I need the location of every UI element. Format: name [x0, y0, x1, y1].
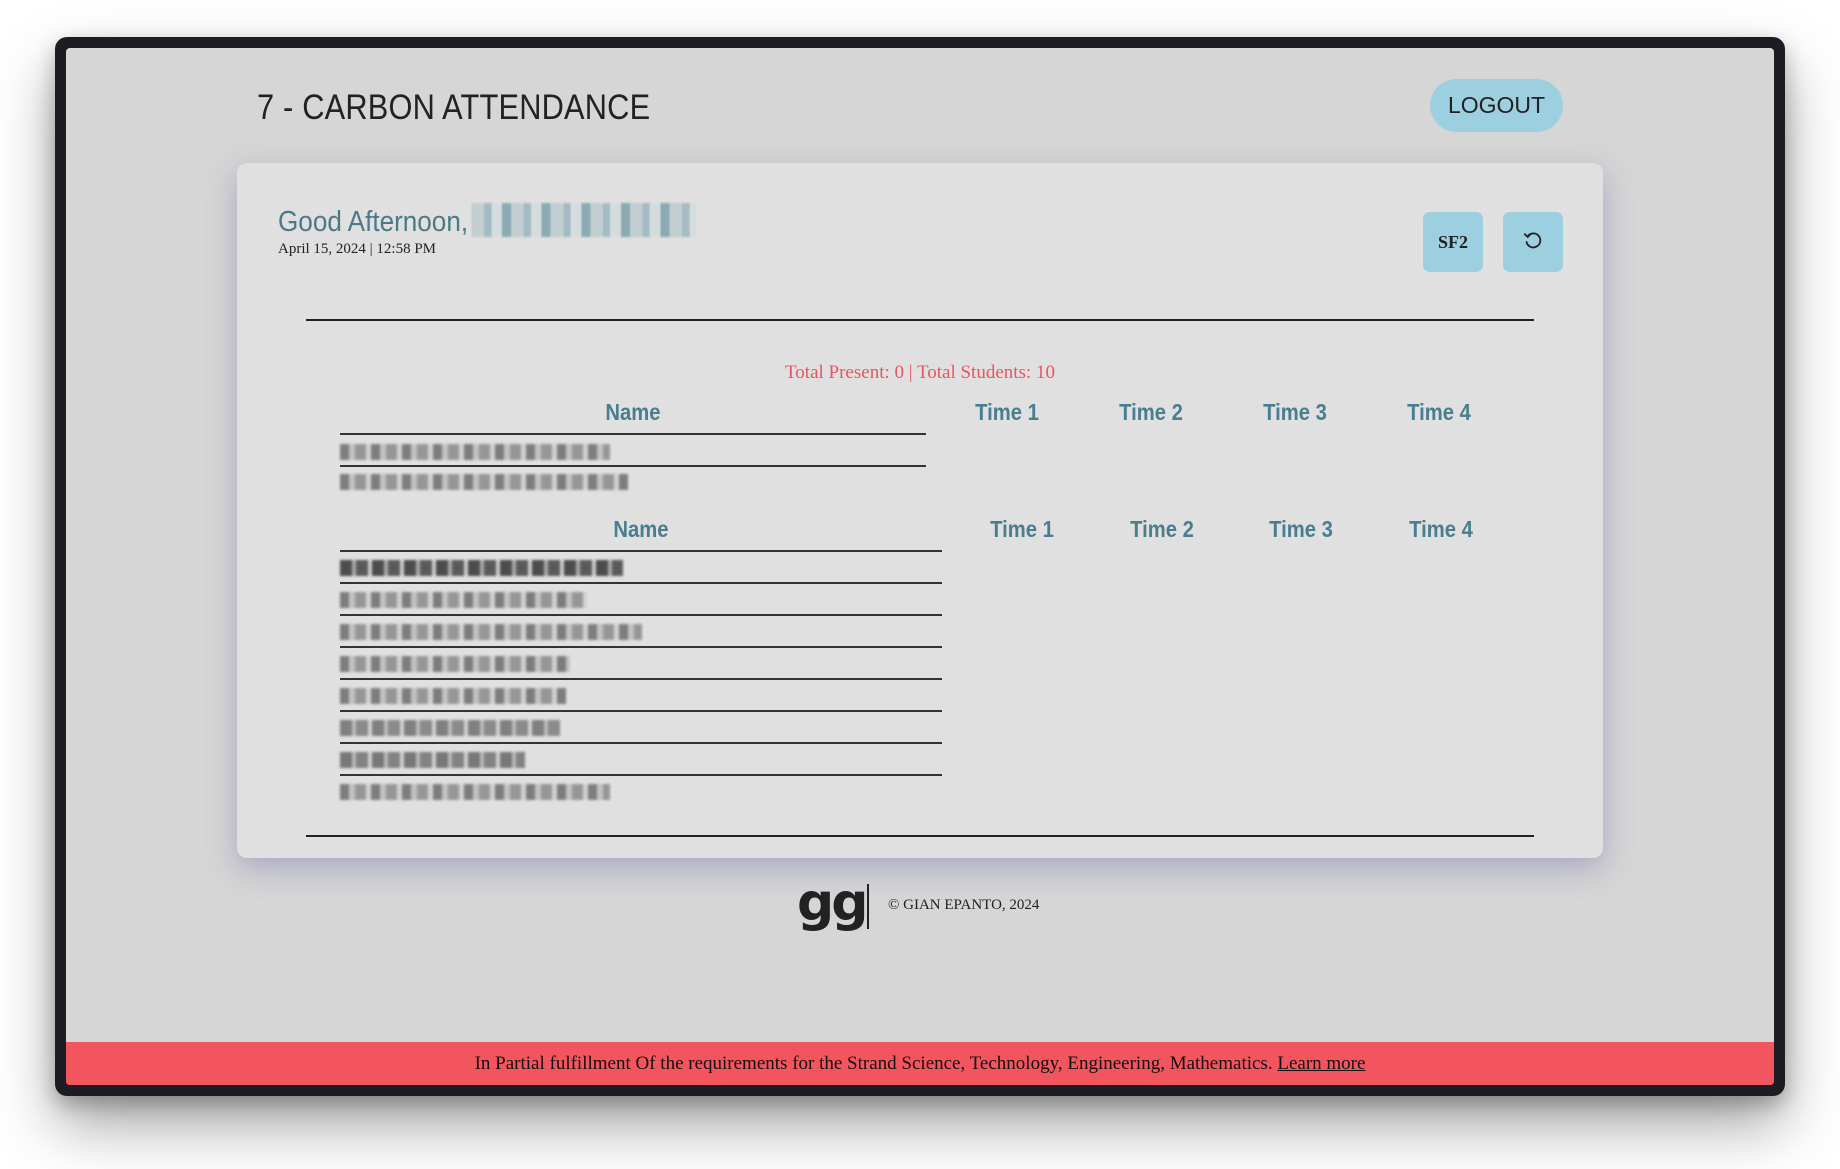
row-divider	[340, 678, 942, 680]
table-row	[340, 474, 628, 490]
footer-divider	[867, 884, 869, 929]
table-row	[340, 444, 610, 460]
table-row	[340, 656, 570, 672]
table2-header-time2: Time 2	[1130, 516, 1194, 542]
table2-header-time1: Time 1	[990, 516, 1054, 542]
row-divider	[340, 465, 926, 467]
divider-bottom	[306, 835, 1534, 837]
row-divider	[340, 774, 942, 776]
page-title: 7 - CARBON ATTENDANCE	[257, 88, 651, 127]
redacted-teacher-name	[471, 203, 697, 237]
learn-more-link[interactable]: Learn more	[1277, 1053, 1365, 1074]
date-time: April 15, 2024 | 12:58 PM	[278, 241, 437, 257]
table1-header-time3: Time 3	[1263, 399, 1327, 425]
app-screen: 7 - CARBON ATTENDANCE LOGOUT Good Aftern…	[66, 48, 1774, 1085]
banner-text: In Partial fulfillment Of the requiremen…	[474, 1053, 1273, 1074]
row-divider	[340, 742, 942, 744]
sf2-button[interactable]: SF2	[1423, 212, 1483, 272]
table-row	[340, 592, 587, 608]
table2-header-time3: Time 3	[1269, 516, 1333, 542]
table-row	[340, 560, 623, 576]
row-divider	[340, 646, 942, 648]
copyright-text: © GIAN EPANTO, 2024	[888, 897, 1040, 913]
row-divider	[340, 614, 942, 616]
logout-button[interactable]: LOGOUT	[1430, 79, 1563, 132]
table-row	[340, 624, 642, 640]
table1-header-name: Name	[605, 399, 661, 425]
row-divider	[340, 582, 942, 584]
table-row	[340, 720, 560, 736]
greeting: Good Afternoon,	[278, 203, 697, 239]
gg-logo: gg	[797, 873, 868, 933]
window-frame: 7 - CARBON ATTENDANCE LOGOUT Good Aftern…	[55, 37, 1785, 1096]
attendance-card: Good Afternoon, April 15, 2024 | 12:58 P…	[237, 163, 1603, 858]
table2-header-underline	[340, 550, 942, 552]
divider-top	[306, 319, 1534, 321]
refresh-button[interactable]	[1503, 212, 1563, 272]
table1-header-time1: Time 1	[975, 399, 1039, 425]
row-divider	[340, 710, 942, 712]
footer: gg © GIAN EPANTO, 2024	[66, 873, 1774, 933]
table1-header-underline	[340, 433, 926, 435]
table-row	[340, 752, 525, 768]
attendance-totals: Total Present: 0 | Total Students: 10	[785, 362, 1055, 383]
info-banner: In Partial fulfillment Of the requiremen…	[66, 1042, 1774, 1085]
table-row	[340, 688, 566, 704]
table2-header-name: Name	[613, 516, 669, 542]
table2-header-time4: Time 4	[1409, 516, 1473, 542]
refresh-icon	[1521, 228, 1545, 257]
table-row	[340, 784, 610, 800]
table1-header-time4: Time 4	[1407, 399, 1471, 425]
greeting-text: Good Afternoon,	[278, 206, 469, 238]
table1-header-time2: Time 2	[1119, 399, 1183, 425]
